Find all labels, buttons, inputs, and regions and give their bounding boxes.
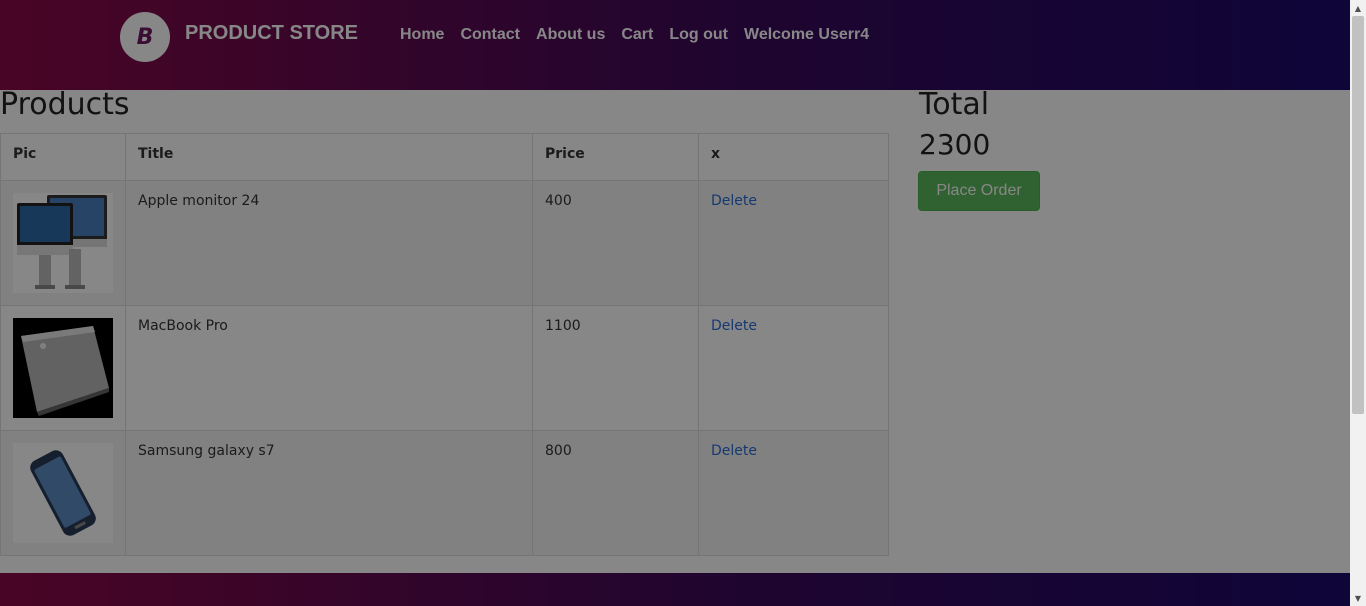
scroll-up-arrow-icon[interactable]: ▲ xyxy=(1350,0,1366,16)
table-row: Samsung galaxy s7 800 Delete xyxy=(0,430,889,556)
navbar: B PRODUCT STORE Home Contact About us Ca… xyxy=(0,0,1350,90)
nav-home[interactable]: Home xyxy=(400,26,444,44)
brand-logo-icon[interactable]: B xyxy=(120,12,170,62)
product-title: Apple monitor 24 xyxy=(125,180,533,306)
column-header-title: Title xyxy=(125,133,533,181)
action-cell: Delete xyxy=(698,180,889,306)
product-title: Samsung galaxy s7 xyxy=(125,430,533,556)
nav-log-out[interactable]: Log out xyxy=(669,26,728,44)
column-header-price: Price xyxy=(532,133,699,181)
column-header-x: x xyxy=(698,133,889,181)
brand-name[interactable]: PRODUCT STORE xyxy=(185,22,358,45)
place-order-button[interactable]: Place Order xyxy=(918,171,1040,211)
nav-about-us[interactable]: About us xyxy=(536,26,605,44)
delete-link[interactable]: Delete xyxy=(711,318,757,334)
product-price: 1100 xyxy=(532,305,699,431)
delete-link[interactable]: Delete xyxy=(711,193,757,209)
table-row: Apple monitor 24 400 Delete xyxy=(0,180,889,306)
products-heading: Products xyxy=(0,87,130,122)
macbook-pro-image xyxy=(13,318,113,418)
scrollbar-thumb[interactable] xyxy=(1352,16,1364,414)
scroll-down-arrow-icon[interactable]: ▼ xyxy=(1350,590,1366,606)
column-header-pic: Pic xyxy=(0,133,126,181)
samsung-galaxy-s7-image xyxy=(13,443,113,543)
product-title: MacBook Pro xyxy=(125,305,533,431)
table-row: MacBook Pro 1100 Delete xyxy=(0,305,889,431)
table-header-row: Pic Title Price x xyxy=(0,133,889,181)
nav-menu: Home Contact About us Cart Log out Welco… xyxy=(400,26,869,44)
product-pic-cell xyxy=(0,180,126,306)
nav-contact[interactable]: Contact xyxy=(460,26,520,44)
product-pic-cell xyxy=(0,430,126,556)
apple-monitor-image xyxy=(13,193,113,293)
product-price: 800 xyxy=(532,430,699,556)
nav-welcome-user[interactable]: Welcome Userr4 xyxy=(744,26,869,44)
delete-link[interactable]: Delete xyxy=(711,443,757,459)
product-pic-cell xyxy=(0,305,126,431)
footer xyxy=(0,573,1350,606)
total-heading: Total xyxy=(919,87,990,122)
nav-cart[interactable]: Cart xyxy=(621,26,653,44)
total-amount: 2300 xyxy=(919,128,991,161)
cart-table: Pic Title Price x Apple monitor 24 400 D… xyxy=(0,133,889,556)
action-cell: Delete xyxy=(698,430,889,556)
page-scrollbar[interactable]: ▲ ▼ xyxy=(1350,0,1366,606)
product-price: 400 xyxy=(532,180,699,306)
action-cell: Delete xyxy=(698,305,889,431)
